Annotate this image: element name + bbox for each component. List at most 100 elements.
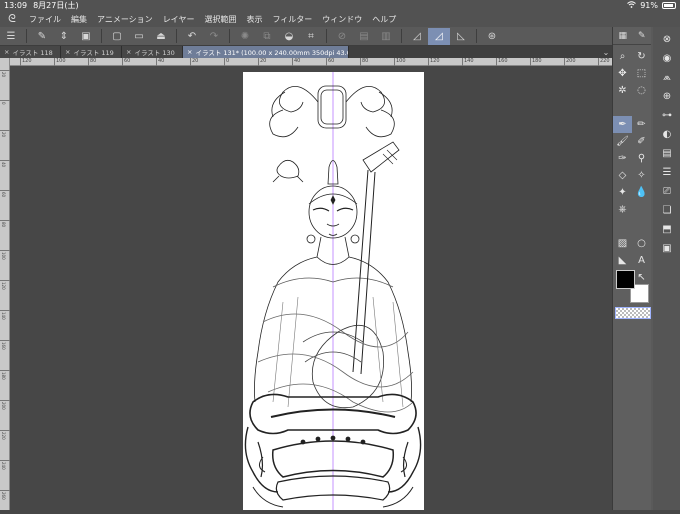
- menu-file[interactable]: ファイル: [24, 14, 66, 25]
- ruler-tick: 60: [122, 58, 130, 66]
- app-logo-icon[interactable]: ᘓ: [0, 12, 24, 26]
- pen-tool-header-icon[interactable]: ✎: [638, 31, 646, 41]
- ruler-tick: 160: [0, 340, 10, 350]
- close-icon[interactable]: ×: [65, 48, 70, 56]
- zoom-icon[interactable]: ⌕: [613, 48, 632, 65]
- save-export-icon[interactable]: ⏏: [150, 28, 172, 45]
- grid-snap-icon[interactable]: ◺: [450, 28, 472, 45]
- water-drop-icon[interactable]: 💧: [632, 184, 651, 201]
- pencil-tool-icon[interactable]: ✏: [632, 116, 651, 133]
- menu-help[interactable]: ヘルプ: [367, 14, 401, 25]
- text-tool-icon[interactable]: A: [632, 252, 651, 269]
- transparent-color-swatch[interactable]: [615, 307, 651, 319]
- material-icon[interactable]: ⬒: [656, 220, 678, 239]
- marker-tool-icon[interactable]: ✐: [632, 133, 651, 150]
- tab-illust-118[interactable]: × イラスト 118: [0, 46, 61, 58]
- deselect-icon[interactable]: ⊘: [331, 28, 353, 45]
- edit-pen-icon[interactable]: ✎: [31, 28, 53, 45]
- circle-shape-icon[interactable]: ○: [632, 235, 651, 252]
- loading-spinner-icon[interactable]: ✺: [234, 28, 256, 45]
- chevron-down-icon[interactable]: ⌄: [600, 46, 612, 58]
- menu-edit[interactable]: 編集: [66, 14, 92, 25]
- ruler-tick: 180: [0, 370, 10, 380]
- fill-bucket-icon[interactable]: ◒: [278, 28, 300, 45]
- ruler-tick: 80: [88, 58, 96, 66]
- object-select-icon[interactable]: ⬚: [632, 65, 651, 82]
- pen-tool-icon[interactable]: ✒: [613, 116, 632, 133]
- ruler-tick: 180: [530, 58, 542, 66]
- color-set-icon[interactable]: ▤: [656, 144, 678, 163]
- command-toolbar: ☰ ✎ ⇕ ▣ ▢ ▭ ⏏ ↶ ↷ ✺ ⧉ ◒ ⌗ ⊘ ▤ ▥ ◿ ◿ ◺ ⊛: [0, 27, 612, 46]
- invert-selection-icon[interactable]: ▥: [375, 28, 397, 45]
- sub-tool-icon[interactable]: ⩕: [656, 68, 678, 87]
- tab-illust-130[interactable]: × イラスト 130: [122, 46, 183, 58]
- menu-layer[interactable]: レイヤー: [158, 14, 200, 25]
- drawing-paper[interactable]: [243, 72, 424, 510]
- gallery-icon[interactable]: ▣: [656, 239, 678, 258]
- undo-icon[interactable]: ↶: [181, 28, 203, 45]
- tool-property-icon[interactable]: ⊶: [656, 106, 678, 125]
- close-icon[interactable]: ×: [187, 48, 192, 56]
- ink-pen-icon[interactable]: ✑: [613, 150, 632, 167]
- lasso-icon[interactable]: ◌: [632, 82, 651, 99]
- color-history-icon[interactable]: ☰: [656, 163, 678, 182]
- close-icon[interactable]: ×: [4, 48, 9, 56]
- navigator-icon[interactable]: ◉: [656, 49, 678, 68]
- ruler-snap-icon[interactable]: ◿: [406, 28, 428, 45]
- tab-illust-119[interactable]: × イラスト 119: [61, 46, 122, 58]
- triangle-ruler-icon[interactable]: ◣: [613, 252, 632, 269]
- layer-icon[interactable]: ❏: [656, 201, 678, 220]
- dropper-icon[interactable]: ⚲: [632, 150, 651, 167]
- rotate-view-icon[interactable]: ↻: [632, 48, 651, 65]
- blank-slot: [632, 201, 651, 218]
- menu-filter[interactable]: フィルター: [267, 14, 317, 25]
- ruler-tick: 140: [0, 310, 10, 320]
- ruler-label: 20: [1, 132, 6, 138]
- layer-property-icon[interactable]: ⎚: [656, 182, 678, 201]
- crop-icon[interactable]: ⌗: [300, 28, 322, 45]
- sparkle-icon[interactable]: ✦: [613, 184, 632, 201]
- gradient-icon[interactable]: ▨: [613, 235, 632, 252]
- redo-icon[interactable]: ↷: [203, 28, 225, 45]
- ruler-label: 20: [1, 72, 6, 78]
- up-down-arrows-icon[interactable]: ⇕: [53, 28, 75, 45]
- ruler-label: 140: [464, 58, 474, 64]
- tab-illust-131[interactable]: × イラスト 131* (100.00 x 240.00mm 350dpi 43…: [183, 46, 349, 58]
- foreground-color-swatch[interactable]: [616, 270, 635, 289]
- color-wheel-icon[interactable]: ◐: [656, 125, 678, 144]
- ruler-tick: 200: [0, 400, 10, 410]
- new-file-icon[interactable]: ▢: [106, 28, 128, 45]
- ruler-tick: 100: [54, 58, 66, 66]
- ruler-label: 80: [90, 58, 97, 64]
- wifi-icon: [627, 1, 637, 10]
- panel-shortcuts: ⊗ ◉ ⩕ ⊕ ⊶ ◐ ▤ ☰ ⎚ ❏ ⬒ ▣: [653, 27, 680, 510]
- brush-size-icon[interactable]: ⊕: [656, 87, 678, 106]
- eraser-icon[interactable]: ◇: [613, 167, 632, 184]
- menu-animation[interactable]: アニメーション: [92, 14, 158, 25]
- clear-icon[interactable]: ▤: [353, 28, 375, 45]
- tab-label: イラスト 130: [134, 49, 175, 57]
- menu-selection[interactable]: 選択範囲: [199, 14, 241, 25]
- canvas-area[interactable]: [10, 66, 612, 510]
- special-ruler-snap-icon[interactable]: ◿: [428, 27, 450, 45]
- ruler-label: 140: [1, 312, 6, 320]
- magic-wand-icon[interactable]: ✲: [613, 82, 632, 99]
- transform-icon[interactable]: ⧉: [256, 28, 278, 45]
- ruler-tick: 220: [598, 58, 610, 66]
- brush-tool-icon[interactable]: 🖌: [613, 133, 632, 150]
- menu-window[interactable]: ウィンドウ: [317, 14, 367, 25]
- ruler-tick: 20: [190, 58, 198, 66]
- ruler-label: 200: [566, 58, 576, 64]
- ruler-tick: 260: [0, 490, 10, 500]
- close-panel-icon[interactable]: ⊗: [656, 30, 678, 49]
- hamburger-menu-icon[interactable]: ☰: [0, 28, 22, 45]
- blend-icon[interactable]: ✧: [632, 167, 651, 184]
- palette-grid-icon[interactable]: ▦: [618, 31, 627, 41]
- brush-settings-icon[interactable]: ⊛: [481, 28, 503, 45]
- image-settings-icon[interactable]: ▣: [75, 28, 97, 45]
- menu-view[interactable]: 表示: [241, 14, 267, 25]
- stamp-icon[interactable]: ⎈: [613, 201, 632, 218]
- open-folder-icon[interactable]: ▭: [128, 28, 150, 45]
- close-icon[interactable]: ×: [126, 48, 131, 56]
- move-icon[interactable]: ✥: [613, 65, 632, 82]
